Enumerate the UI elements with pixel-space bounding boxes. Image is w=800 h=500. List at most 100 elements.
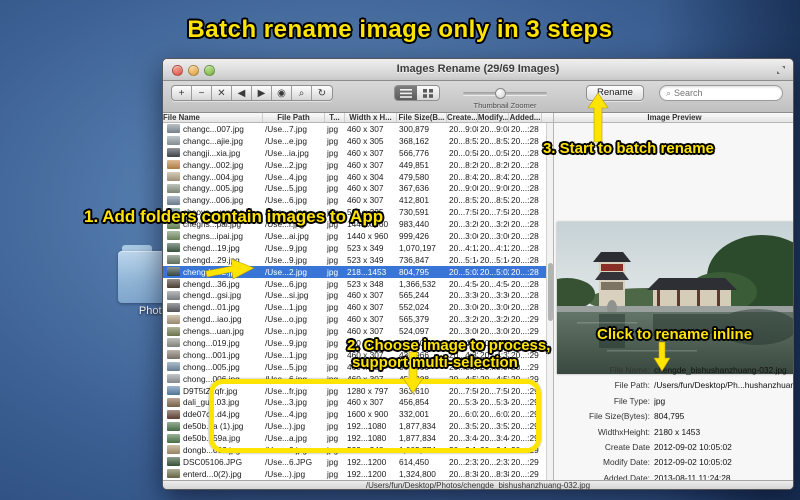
cell-added: 20...:28 (511, 278, 539, 289)
table-row[interactable]: chengd...29.jpg/Use...9.jpg jpg 523 x 349 7… (163, 254, 546, 266)
cell-modified: 20...9:00 (480, 183, 509, 194)
cell-added: 20...:28 (511, 254, 539, 265)
cell-added: 20...:29 (511, 468, 539, 479)
cell-type: jpg (327, 254, 339, 265)
title-bar[interactable]: Images Rename (29/69 Images) (163, 59, 793, 81)
column-header[interactable]: File Size(B... (397, 113, 447, 122)
cell-type: jpg (327, 337, 339, 348)
cell-name: DSC05106.JPG (163, 457, 263, 467)
annotation-step2-line2: support multi-selection (352, 354, 518, 371)
cell-path: /Use...2.jpg (265, 159, 307, 170)
cell-added: 20...:28 (511, 147, 539, 158)
grid-view-button[interactable] (417, 86, 439, 100)
column-header[interactable]: Width x H... (345, 113, 397, 122)
cell-path: /Use...si.jpg (265, 290, 309, 301)
cell-dims: 218...1453 (347, 266, 387, 277)
cell-path: /Use...9.jpg (265, 242, 307, 253)
thumbnail-icon (167, 279, 180, 289)
cell-type: jpg (327, 183, 339, 194)
table-row[interactable]: changy...002.jpg/Use...2.jpg jpg 460 x 307… (163, 159, 546, 171)
cell-type: jpg (327, 230, 339, 241)
search-field[interactable]: ⌕ (659, 85, 783, 101)
table-row[interactable]: chengd...gsi.jpg/Use...si.jpg jpg 460 x 30… (163, 289, 546, 301)
cell-modified: 20...5:14 (480, 254, 509, 265)
find-button[interactable]: ⌕ (292, 86, 312, 100)
cell-created: 20...3:00 (449, 326, 478, 337)
info-row: WidthxHeight: 2180 x 1453 (554, 427, 793, 437)
remove-button[interactable]: − (192, 86, 212, 100)
cell-type: jpg (327, 456, 339, 467)
table-row[interactable]: chegns...ipai.jpg/Use...ai.jpg jpg 1440 x … (163, 230, 546, 242)
cell-modified: 20...3:06 (480, 230, 509, 241)
info-label: Modify Date: (602, 457, 650, 468)
cell-size: 1,324,800 (399, 468, 436, 479)
cell-path: /Use...ia.jpg (265, 147, 309, 158)
cell-created: 20...3:20 (449, 219, 478, 230)
delete-button[interactable]: ✕ (212, 86, 232, 100)
cell-path: /Use...5.jpg (265, 361, 307, 372)
view-mode-toggle (394, 85, 440, 101)
table-scrollbar[interactable] (546, 123, 553, 480)
table-row[interactable]: enterd...0(2).jpg/Use...).jpg jpg 192...12… (163, 468, 546, 480)
column-header[interactable]: File Path (263, 113, 325, 122)
cell-size: 524,097 (399, 326, 429, 337)
table-row[interactable]: DSC05106.JPG/Use...6.JPG jpg 192...1200 614… (163, 456, 546, 468)
table-row[interactable]: changc...007.jpg/Use...7.jpg jpg 460 x 307… (163, 123, 546, 135)
cell-name: chengd...36.jpg (163, 279, 263, 289)
cell-path: /Use...1.jpg (265, 302, 307, 313)
previous-button[interactable]: ◀ (232, 86, 252, 100)
cell-name: chong...001.jpg (163, 350, 263, 360)
cell-size: 565,379 (399, 314, 429, 325)
thumbnail-icon (167, 148, 180, 158)
cell-path: /Use...o.jpg (265, 314, 307, 325)
column-header[interactable]: Modify... (478, 113, 509, 122)
table-row[interactable]: changy...005.jpg/Use...5.jpg jpg 460 x 307… (163, 182, 546, 194)
status-bar: /Users/fun/Desktop/Photos/chengde_bishus… (163, 480, 793, 489)
cell-modified: 20...8:38 (480, 468, 509, 479)
rename-button[interactable]: Rename (586, 85, 644, 101)
zoomer-track[interactable] (463, 88, 547, 99)
thumbnail-icon (167, 469, 180, 479)
table-row[interactable]: chengd...01.jpg/Use...1.jpg jpg 460 x 307 5… (163, 301, 546, 313)
table-row[interactable]: changji...xia.jpg/Use...ia.jpg jpg 460 x 3… (163, 147, 546, 159)
cell-dims: 192...1200 (347, 468, 387, 479)
cell-dims: 460 x 307 (347, 290, 384, 301)
search-input[interactable] (674, 88, 776, 98)
column-header[interactable]: File Name (163, 113, 263, 122)
cell-type: jpg (327, 123, 339, 134)
table-row[interactable]: changy...004.jpg/Use...4.jpg jpg 460 x 304… (163, 171, 546, 183)
thumbnail-zoomer: Thumbnail Zoomer (463, 83, 547, 110)
table-row[interactable]: changc...ajie.jpg/Use...e.jpg jpg 460 x 30… (163, 135, 546, 147)
thumbnail-icon (167, 362, 180, 372)
add-button[interactable]: + (172, 86, 192, 100)
table-row[interactable]: chengd...32.jpg/Use...2.jpg jpg 218...1453… (163, 265, 546, 278)
cell-dims: 460 x 307 (347, 123, 384, 134)
next-button[interactable]: ▶ (252, 86, 272, 100)
table-row[interactable]: chengs...uan.jpg/Use...n.jpg jpg 460 x 307… (163, 325, 546, 337)
column-header[interactable]: Create... (447, 113, 478, 122)
refresh-button[interactable]: ↻ (312, 86, 332, 100)
table-row[interactable]: chengd...19.jpg/Use...9.jpg jpg 523 x 349 1… (163, 242, 546, 254)
cell-path: /Use...9.jpg (265, 254, 307, 265)
thumbnail-icon (167, 409, 180, 419)
annotation-step2-line1: 2. Choose image to process, (347, 337, 551, 354)
column-header[interactable]: Added... (509, 113, 542, 122)
list-view-button[interactable] (395, 86, 417, 100)
cell-modified: 20...3:00 (480, 326, 509, 337)
cell-created: 20...3:06 (449, 230, 478, 241)
info-row[interactable]: File Name: chengde_bishushanzhuang-032.jp… (554, 365, 793, 375)
cell-added: 20...:28 (511, 302, 539, 313)
table-row[interactable]: chengd...iao.jpg/Use...o.jpg jpg 460 x 307… (163, 313, 546, 325)
cell-name: chengs...uan.jpg (163, 326, 263, 336)
cell-name: changc...ajie.jpg (163, 136, 263, 146)
fullscreen-icon[interactable] (775, 64, 787, 76)
table-row[interactable]: changy...006.jpg/Use...6.jpg jpg 460 x 307… (163, 194, 546, 206)
zoomer-knob[interactable] (495, 88, 506, 99)
cell-type: jpg (327, 290, 339, 301)
cell-type: jpg (327, 135, 339, 146)
table-row[interactable]: chengd...36.jpg/Use...6.jpg jpg 523 x 348 1… (163, 278, 546, 290)
cell-path: /Use...6.jpg (265, 195, 307, 206)
preview-button[interactable]: ◉ (272, 86, 292, 100)
info-value[interactable]: chengde_bishushanzhuang-032.jpg (654, 365, 787, 375)
column-header[interactable]: T... (325, 113, 345, 122)
